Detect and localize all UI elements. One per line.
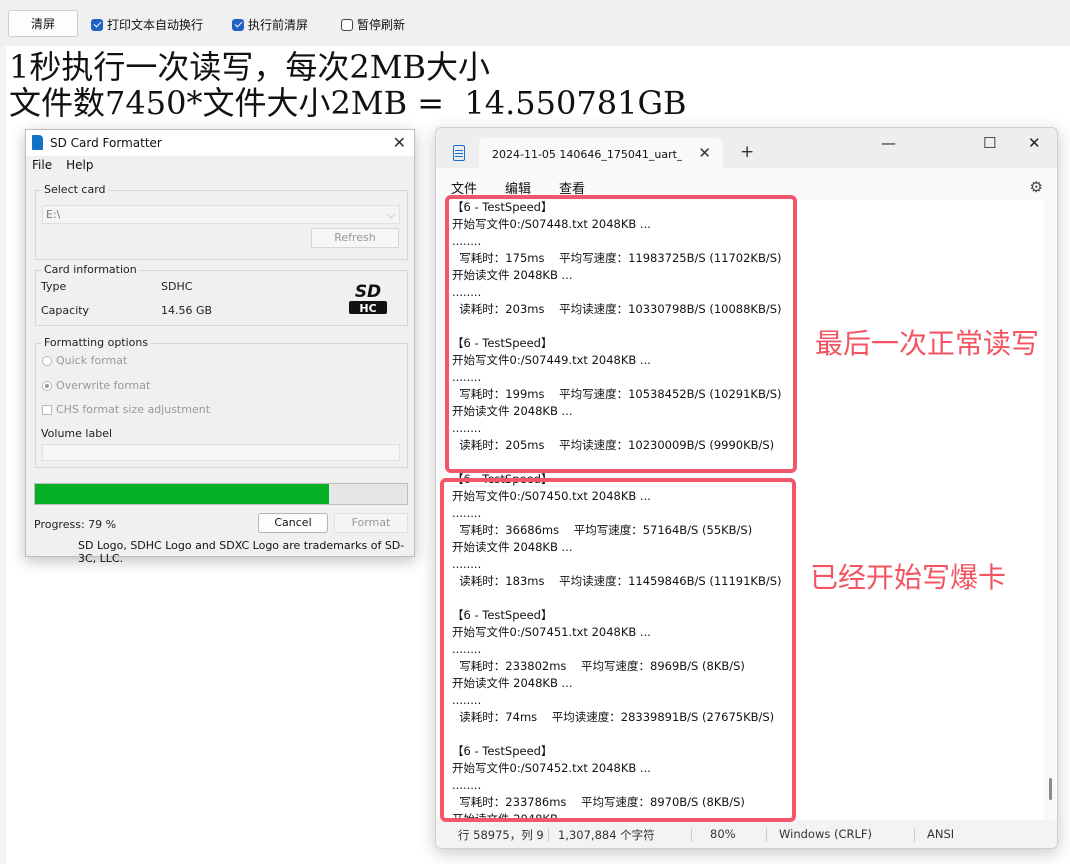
clear-button[interactable]: 清屏 <box>8 10 78 37</box>
checkbox-unchecked-icon[interactable] <box>42 404 52 415</box>
capacity-value: 14.56 GB <box>161 304 213 317</box>
char-count: 1,307,884 个字符 <box>558 828 655 842</box>
checkbox-checked-icon[interactable] <box>91 18 103 31</box>
notepad-tab[interactable]: 2024-11-05 140646_175041_uart_log ✕ <box>479 138 723 170</box>
pause-refresh-checkbox[interactable]: 暂停刷新 <box>341 16 405 33</box>
annotation-last-normal: 最后一次正常读写 <box>815 327 1040 360</box>
volume-label-input[interactable] <box>42 444 400 461</box>
formatting-options-label: Formatting options <box>42 336 151 349</box>
pause-refresh-label: 暂停刷新 <box>357 18 406 32</box>
chs-adjustment-checkbox[interactable]: CHS format size adjustment <box>42 403 210 416</box>
sdhc-logo: SD HC <box>349 282 387 315</box>
capacity-label: Capacity <box>41 304 90 317</box>
status-separator <box>766 828 767 842</box>
checkbox-unchecked-icon[interactable] <box>341 18 353 31</box>
quick-format-radio[interactable]: Quick format <box>42 354 127 367</box>
format-button[interactable]: Format <box>334 513 408 533</box>
select-card-label: Select card <box>42 183 108 196</box>
status-separator <box>548 828 549 842</box>
select-card-group: Select card E:\ ⌵ Refresh <box>35 183 408 260</box>
annotation-start-fail: 已经开始写爆卡 <box>810 561 1007 594</box>
close-tab-icon[interactable]: ✕ <box>698 144 711 162</box>
refresh-button[interactable]: Refresh <box>311 228 399 248</box>
menu-file[interactable]: File <box>32 158 52 172</box>
minimize-icon[interactable]: — <box>881 134 896 152</box>
sd-card-icon <box>32 135 43 150</box>
sd-title-bar: SD Card Formatter ✕ <box>26 130 414 156</box>
menu-help[interactable]: Help <box>66 158 93 172</box>
quick-format-label: Quick format <box>56 354 128 367</box>
formatting-options-group: Formatting options Quick format Overwrit… <box>35 336 408 468</box>
new-tab-plus-icon[interactable]: + <box>740 144 754 161</box>
overwrite-format-radio[interactable]: Overwrite format <box>42 379 150 392</box>
cancel-button[interactable]: Cancel <box>258 513 328 533</box>
notepad-status-bar: 行 58975，列 9 1,307,884 个字符 80% Windows (C… <box>436 820 1057 848</box>
status-separator <box>914 828 915 842</box>
notepad-tab-bar: 2024-11-05 140646_175041_uart_log ✕ + — … <box>436 128 1057 170</box>
checkbox-checked-icon[interactable] <box>232 18 244 31</box>
clear-before-run-label: 执行前清屏 <box>248 18 309 32</box>
volume-label-caption: Volume label <box>41 427 113 440</box>
status-separator <box>691 828 692 842</box>
line-ending[interactable]: Windows (CRLF) <box>779 827 872 841</box>
auto-wrap-label: 打印文本自动换行 <box>107 18 204 32</box>
card-select-dropdown[interactable]: E:\ ⌵ <box>42 205 400 224</box>
last-normal-highlight-box <box>445 195 797 473</box>
clear-before-run-checkbox[interactable]: 执行前清屏 <box>232 16 308 33</box>
top-toolbar: 清屏 打印文本自动换行 执行前清屏 暂停刷新 <box>0 0 1070 46</box>
zoom-level[interactable]: 80% <box>710 827 736 841</box>
sd-menu-bar: File Help <box>32 158 93 172</box>
sdhc-logo-text-sd: SD <box>355 282 381 302</box>
maximize-icon[interactable]: ☐ <box>983 134 996 152</box>
failure-highlight-box <box>440 478 796 822</box>
auto-wrap-checkbox[interactable]: 打印文本自动换行 <box>91 16 203 33</box>
output-line-2: 文件数7450*文件大小2MB = 14.550781GB <box>9 84 687 122</box>
sd-window-title: SD Card Formatter <box>50 136 162 150</box>
progress-text: Progress: 79 % <box>34 518 117 531</box>
chs-adjustment-label: CHS format size adjustment <box>56 403 211 416</box>
sdhc-logo-text-hc: HC <box>359 302 376 315</box>
encoding[interactable]: ANSI <box>927 827 954 841</box>
close-icon[interactable]: ✕ <box>1028 134 1041 152</box>
gear-icon[interactable]: ⚙ <box>1030 178 1043 196</box>
output-line-1: 1秒执行一次读写，每次2MB大小 <box>9 48 491 86</box>
chevron-down-icon: ⌵ <box>387 210 395 221</box>
overwrite-format-label: Overwrite format <box>56 379 151 392</box>
type-label: Type <box>41 280 67 293</box>
progress-fill <box>35 484 329 504</box>
card-information-label: Card information <box>42 263 139 276</box>
notepad-tab-title: 2024-11-05 140646_175041_uart_log <box>492 148 682 161</box>
radio-unselected-icon[interactable] <box>42 355 52 366</box>
notepad-app-icon <box>453 145 465 161</box>
type-value: SDHC <box>161 280 193 293</box>
close-icon[interactable]: ✕ <box>393 133 406 152</box>
format-progress-bar <box>34 483 408 505</box>
trademark-notice: SD Logo, SDHC Logo and SDXC Logo are tra… <box>78 539 405 565</box>
sd-card-formatter-window: SD Card Formatter ✕ File Help Select car… <box>25 129 415 565</box>
scrollbar-thumb[interactable] <box>1049 778 1052 800</box>
cursor-position: 行 58975，列 9 <box>458 828 544 842</box>
radio-selected-icon[interactable] <box>42 380 52 391</box>
card-select-value: E:\ <box>46 208 61 221</box>
